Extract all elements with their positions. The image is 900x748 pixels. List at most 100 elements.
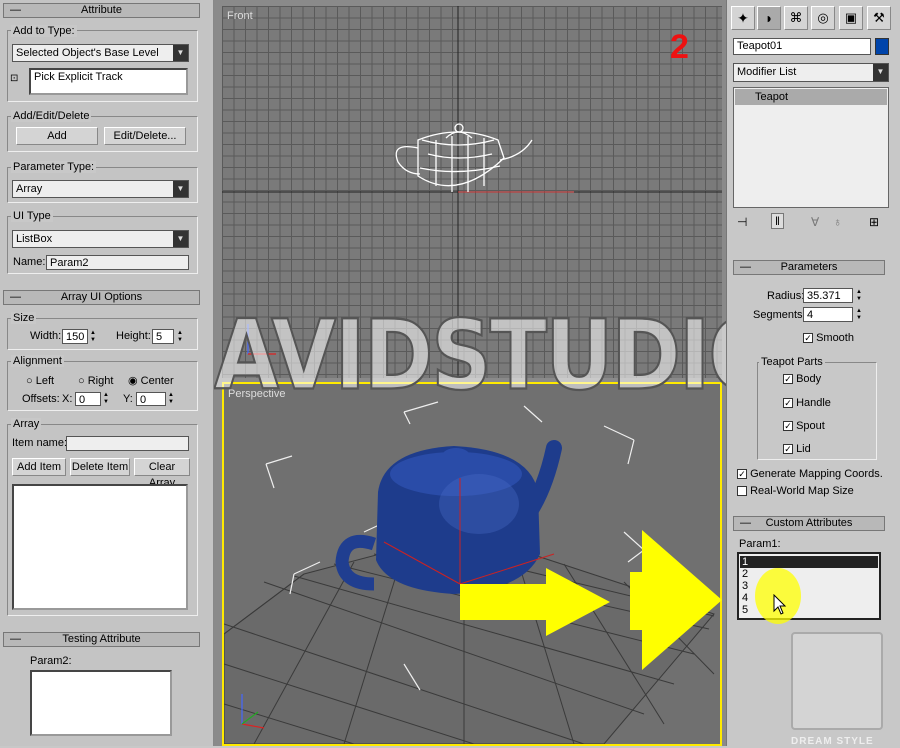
- add-to-type-label: Add to Type:: [11, 25, 77, 37]
- remove-modifier-icon[interactable]: ♁: [833, 215, 842, 229]
- chevron-down-icon: ▼: [873, 64, 888, 81]
- chevron-down-icon: ▼: [173, 231, 188, 247]
- array-listbox[interactable]: [12, 484, 188, 610]
- delete-item-button[interactable]: Delete Item: [70, 458, 130, 476]
- align-center-radio[interactable]: ◉ Center: [128, 375, 174, 387]
- array-ui-rollout-header[interactable]: — Array UI Options: [3, 290, 200, 305]
- annotation-arrow: [630, 530, 722, 670]
- testing-rollout-header[interactable]: — Testing Attribute: [3, 632, 200, 647]
- param-type-label: Parameter Type:: [11, 161, 97, 173]
- motion-tab-icon[interactable]: ◎: [811, 6, 835, 30]
- align-left-radio[interactable]: ○ Left: [26, 375, 54, 387]
- ui-type-label: UI Type: [11, 210, 53, 222]
- size-label: Size: [11, 312, 37, 324]
- modifier-stack[interactable]: Teapot: [733, 87, 889, 208]
- spout-label: Spout: [796, 420, 825, 432]
- x-spinner-icon[interactable]: ▲ ▼: [102, 392, 110, 406]
- checkmark-icon: ✓: [737, 469, 747, 480]
- object-name-field[interactable]: Teapot01: [733, 38, 871, 55]
- checkmark-icon: ✓: [803, 333, 813, 344]
- add-to-type-dropdown[interactable]: Selected Object's Base Level ▼: [12, 44, 189, 62]
- real-world-label: Real-World Map Size: [750, 485, 854, 497]
- list-item[interactable]: 1: [740, 556, 878, 568]
- list-item[interactable]: 5: [742, 604, 748, 616]
- param2-listbox[interactable]: [30, 670, 172, 736]
- attribute-rollout-header[interactable]: — Attribute: [3, 3, 200, 18]
- parameters-header-label: Parameters: [780, 261, 838, 273]
- smooth-label: Smooth: [816, 332, 854, 344]
- unchecked-box-icon: [737, 486, 747, 497]
- spout-checkbox[interactable]: ✓ Spout: [783, 420, 825, 432]
- width-label: Width:: [30, 330, 62, 342]
- add-button[interactable]: Add: [16, 127, 98, 145]
- y-spinner-icon[interactable]: ▲ ▼: [167, 392, 175, 406]
- alignment-label: Alignment: [11, 355, 64, 367]
- align-right-radio[interactable]: ○ Right: [78, 375, 113, 387]
- command-panel: ✦ ◗ ⌘ ◎ ▣ ⚒ Teapot01 Modifier List ▼ Teap…: [726, 0, 900, 747]
- configure-sets-icon[interactable]: ⊞: [869, 215, 879, 229]
- handle-checkbox[interactable]: ✓ Handle: [783, 397, 831, 409]
- radius-spinner-icon[interactable]: ▲ ▼: [855, 289, 863, 303]
- gen-mapping-label: Generate Mapping Coords.: [750, 468, 883, 480]
- height-spinner-icon[interactable]: ▲ ▼: [176, 330, 184, 344]
- item-name-field[interactable]: [66, 436, 189, 451]
- width-spinner-icon[interactable]: ▲ ▼: [89, 330, 97, 344]
- stack-item-label: Teapot: [755, 91, 789, 103]
- clear-array-button[interactable]: Clear Array: [134, 458, 190, 489]
- parameters-rollout-header[interactable]: — Parameters: [733, 260, 885, 275]
- y-label: Y:: [123, 393, 133, 405]
- custom-attributes-rollout-header[interactable]: — Custom Attributes: [733, 516, 885, 531]
- modify-tab-icon[interactable]: ◗: [757, 6, 781, 30]
- ui-type-dropdown[interactable]: ListBox ▼: [12, 230, 189, 248]
- utilities-tab-icon[interactable]: ⚒: [867, 6, 891, 30]
- align-right-label: Right: [87, 375, 114, 387]
- radius-label: Radius:: [767, 290, 805, 302]
- param1-label: Param1:: [739, 538, 781, 550]
- list-item[interactable]: 4: [742, 592, 748, 604]
- segments-spinner-icon[interactable]: ▲ ▼: [855, 308, 863, 322]
- list-item[interactable]: 3: [742, 580, 748, 592]
- add-to-type-value: Selected Object's Base Level: [16, 47, 159, 59]
- make-unique-icon[interactable]: ∀: [811, 215, 819, 229]
- real-world-checkbox[interactable]: Real-World Map Size: [737, 485, 854, 497]
- chevron-down-icon: ▼: [173, 181, 188, 197]
- segments-field[interactable]: 4: [803, 307, 853, 322]
- add-item-button[interactable]: Add Item: [12, 458, 66, 476]
- segments-label: Segments:: [753, 309, 806, 321]
- height-label: Height:: [116, 330, 151, 342]
- height-field[interactable]: 5: [152, 329, 174, 344]
- edit-delete-button[interactable]: Edit/Delete...: [104, 127, 186, 145]
- footer-watermark: DREAM STYLE: [791, 736, 874, 747]
- checkmark-icon: ✓: [783, 421, 793, 432]
- create-tab-icon[interactable]: ✦: [731, 6, 755, 30]
- pick-track-field[interactable]: Pick Explicit Track: [29, 68, 188, 95]
- smooth-checkbox[interactable]: ✓ Smooth: [803, 332, 854, 344]
- testing-header-label: Testing Attribute: [62, 633, 141, 645]
- attribute-header-label: Attribute: [81, 4, 122, 16]
- modifier-list-dropdown[interactable]: Modifier List ▼: [733, 63, 889, 82]
- radio-icon: ○: [26, 375, 33, 387]
- param-type-dropdown[interactable]: Array ▼: [12, 180, 189, 198]
- width-field[interactable]: 150: [62, 329, 88, 344]
- radio-selected-icon: ◉: [128, 375, 138, 387]
- body-checkbox[interactable]: ✓ Body: [783, 373, 821, 385]
- list-item[interactable]: 2: [742, 568, 748, 580]
- object-color-swatch[interactable]: [875, 38, 889, 55]
- pin-stack-icon[interactable]: ⊣: [737, 215, 747, 229]
- stack-item-teapot[interactable]: Teapot: [735, 89, 887, 105]
- show-end-result-icon[interactable]: ‖: [771, 213, 784, 229]
- lid-checkbox[interactable]: ✓ Lid: [783, 443, 811, 455]
- radius-field[interactable]: 35.371: [803, 288, 853, 303]
- display-tab-icon[interactable]: ▣: [839, 6, 863, 30]
- custom-attr-header-label: Custom Attributes: [765, 517, 853, 529]
- gen-mapping-checkbox[interactable]: ✓ Generate Mapping Coords.: [737, 468, 883, 480]
- add-edit-delete-label: Add/Edit/Delete: [11, 110, 92, 122]
- command-tabs: ✦ ◗ ⌘ ◎ ▣ ⚒: [729, 6, 895, 32]
- lid-label: Lid: [796, 443, 811, 455]
- pick-track-icon[interactable]: ⊡: [10, 73, 24, 87]
- hierarchy-tab-icon[interactable]: ⌘: [784, 6, 808, 30]
- x-offset-field[interactable]: 0: [75, 392, 101, 406]
- name-field[interactable]: Param2: [46, 255, 189, 270]
- y-offset-field[interactable]: 0: [136, 392, 166, 406]
- watermark: AVIDSTUDIO.COM: [214, 297, 754, 412]
